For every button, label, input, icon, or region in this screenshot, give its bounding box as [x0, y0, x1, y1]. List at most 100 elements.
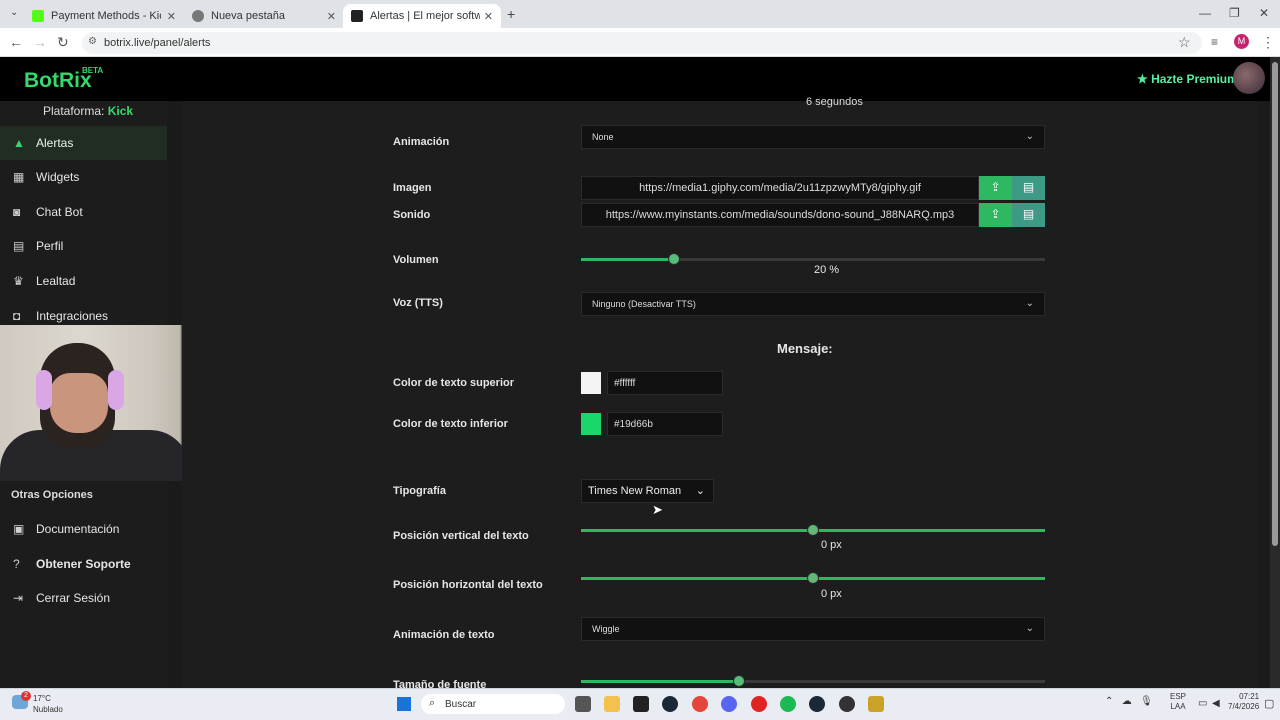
volume-slider[interactable] — [581, 253, 1045, 265]
sound-gallery-button[interactable]: ▤ — [1012, 203, 1045, 227]
animation-label: Animación — [393, 136, 450, 148]
botrix-favicon-icon — [351, 10, 363, 22]
logout-icon: ⇥ — [13, 591, 24, 605]
tab-alertas[interactable]: Alertas | El mejor software para ✕ — [343, 4, 501, 28]
chevron-up-icon[interactable]: ⌃ — [1105, 696, 1113, 707]
app-yellow-icon[interactable] — [868, 696, 884, 712]
forward-icon[interactable]: → — [33, 34, 47, 50]
back-icon[interactable]: ← — [9, 34, 23, 50]
file-explorer-icon[interactable] — [604, 696, 620, 712]
premium-link[interactable]: ★ Hazte Premium — [1137, 72, 1238, 86]
user-avatar[interactable] — [1233, 62, 1265, 94]
text-animation-label: Animación de texto — [393, 629, 495, 641]
vertical-position-thumb[interactable] — [807, 524, 819, 536]
sound-url-input[interactable]: https://www.myinstants.com/media/sounds/… — [581, 203, 979, 227]
scrollbar-thumb[interactable] — [1272, 62, 1278, 546]
bottom-color-swatch[interactable] — [581, 413, 601, 435]
sidebar-item-cerrar-sesion[interactable]: ⇥ Cerrar Sesión — [0, 581, 167, 615]
sidebar-item-alertas[interactable]: ▲ Alertas — [0, 126, 167, 160]
search-placeholder: Buscar — [445, 699, 477, 710]
sidebar-item-chat-bot[interactable]: ◙ Chat Bot — [0, 195, 167, 229]
new-tab-icon[interactable]: + — [507, 6, 515, 22]
text-animation-select[interactable]: Wiggle ⌄ — [581, 617, 1045, 641]
font-select[interactable]: Times New Roman ⌄ — [581, 479, 714, 503]
sidebar-item-lealtad[interactable]: ♛ Lealtad — [0, 264, 167, 298]
sound-upload-button[interactable]: ⇪ — [979, 203, 1012, 227]
duration-value: 6 segundos — [806, 96, 863, 108]
spotify-icon[interactable] — [780, 696, 796, 712]
animation-select[interactable]: None ⌄ — [581, 125, 1045, 149]
reload-icon[interactable]: ↻ — [57, 34, 69, 51]
chrome-icon[interactable] — [692, 696, 708, 712]
image-gallery-button[interactable]: ▤ — [1012, 176, 1045, 200]
app-red-icon[interactable] — [751, 696, 767, 712]
steam-icon-2[interactable] — [809, 696, 825, 712]
vertical-position-slider[interactable] — [581, 524, 1045, 536]
site-header — [0, 57, 1270, 101]
image-upload-button[interactable]: ⇪ — [979, 176, 1012, 200]
site-info-icon[interactable]: ⚙ — [88, 36, 97, 47]
help-icon: ? — [13, 557, 20, 571]
system-tray[interactable]: ⌃ ☁ 🎙 — [1105, 696, 1153, 707]
display-icon[interactable]: ▭ — [1198, 698, 1207, 709]
epic-games-icon[interactable] — [633, 696, 649, 712]
volume-slider-thumb[interactable] — [667, 253, 680, 265]
upload-icon: ⇪ — [990, 207, 1001, 221]
tab-search-list-icon[interactable]: ≡ — [1211, 35, 1218, 49]
gallery-icon: ▤ — [1022, 180, 1035, 194]
close-icon[interactable]: ✕ — [484, 10, 493, 23]
font-size-slider-thumb[interactable] — [732, 675, 745, 687]
steam-icon[interactable] — [662, 696, 678, 712]
weather-condition: Nublado — [33, 705, 63, 714]
window-close-icon[interactable]: ✕ — [1259, 6, 1269, 20]
close-icon[interactable]: ✕ — [167, 10, 176, 23]
url-field[interactable]: ⚙ botrix.live/panel/alerts — [82, 32, 1202, 54]
beta-badge: BETA — [82, 66, 104, 75]
tts-select[interactable]: Ninguno (Desactivar TTS) ⌄ — [581, 292, 1045, 316]
platform-label: Plataforma: — [43, 104, 105, 118]
maximize-icon[interactable]: ❐ — [1229, 6, 1240, 20]
sidebar-item-label: Alertas — [36, 136, 74, 150]
top-color-input[interactable]: #ffffff — [607, 371, 723, 395]
network-icon[interactable]: ☁ — [1122, 696, 1132, 707]
horizontal-position-label: Posición horizontal del texto — [393, 579, 543, 591]
top-color-swatch[interactable] — [581, 372, 601, 394]
font-size-slider[interactable] — [581, 675, 1045, 687]
notifications-icon[interactable]: ▢ — [1264, 697, 1274, 710]
bottom-color-input[interactable]: #19d66b — [607, 412, 723, 436]
tab-search-icon[interactable]: ⌄ — [10, 7, 18, 18]
profile-avatar[interactable]: M — [1234, 34, 1249, 49]
tab-new-tab[interactable]: Nueva pestaña ✕ — [184, 4, 344, 28]
plug-icon: ◘ — [13, 309, 21, 323]
clock-time: 07:21 — [1239, 692, 1260, 701]
language-indicator[interactable]: ESP LAA — [1170, 692, 1186, 712]
upload-icon: ⇪ — [990, 180, 1001, 194]
menu-kebab-icon[interactable]: ⋮ — [1261, 34, 1275, 51]
horizontal-position-thumb[interactable] — [807, 572, 819, 584]
mic-icon[interactable]: 🎙 — [1140, 696, 1153, 707]
horizontal-position-slider[interactable] — [581, 572, 1045, 584]
sidebar-item-widgets[interactable]: ▦ Widgets — [0, 160, 167, 194]
taskbar-clock[interactable]: 07:21 7/4/2026 — [1228, 692, 1259, 712]
sidebar-item-documentacion[interactable]: ▣ Documentación — [0, 512, 167, 546]
star-icon: ★ — [1137, 72, 1152, 86]
clock-date: 7/4/2026 — [1228, 702, 1260, 711]
image-url-input[interactable]: https://media1.giphy.com/media/2u11zpzwy… — [581, 176, 979, 200]
weather-badge: 2 — [21, 691, 31, 701]
tab-payment-methods[interactable]: Payment Methods - Kick Stream ✕ — [24, 4, 184, 28]
task-view-icon[interactable] — [575, 696, 591, 712]
sidebar-item-soporte[interactable]: ? Obtener Soporte — [0, 547, 167, 581]
taskbar-search[interactable]: ⌕ Buscar — [421, 694, 565, 714]
volume-icon[interactable]: ◀ — [1212, 698, 1220, 709]
browser-tab-bar: ⌄ Payment Methods - Kick Stream ✕ Nueva … — [0, 0, 1280, 28]
trophy-icon: ♛ — [13, 274, 24, 288]
minimize-icon[interactable]: — — [1199, 6, 1211, 20]
windows-start-icon[interactable] — [397, 697, 411, 711]
sidebar-item-perfil[interactable]: ▤ Perfil — [0, 229, 167, 263]
sidebar-item-label: Chat Bot — [36, 205, 83, 219]
weather-widget[interactable]: 17°C Nublado — [33, 693, 63, 715]
obs-icon[interactable] — [839, 696, 855, 712]
close-icon[interactable]: ✕ — [327, 10, 336, 23]
bookmark-star-icon[interactable]: ☆ — [1178, 34, 1191, 51]
discord-icon[interactable] — [721, 696, 737, 712]
